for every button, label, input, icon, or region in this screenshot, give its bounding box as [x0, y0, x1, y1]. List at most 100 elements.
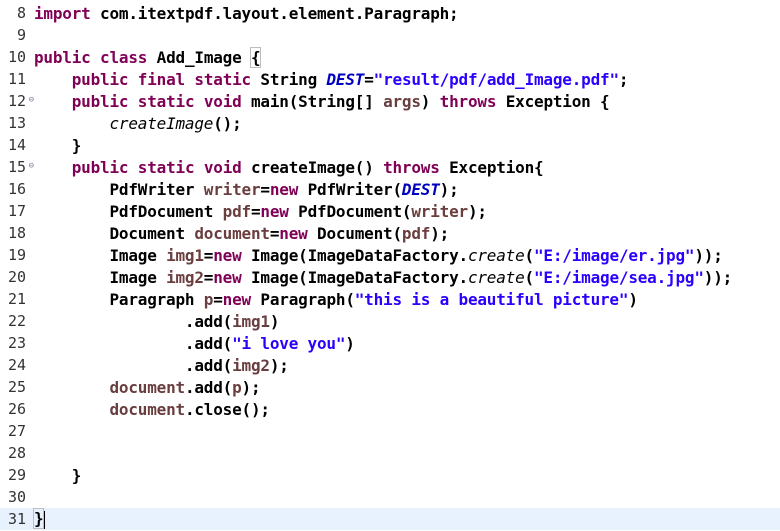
code-token: PdfDocument [34, 201, 223, 221]
code-token: .add( [34, 333, 233, 353]
code-token: create [467, 267, 525, 287]
code-line[interactable]: 22 .add(img1) [0, 310, 780, 332]
code-line[interactable]: 15 ⊖ public static void createImage() thr… [0, 156, 780, 178]
code-token: } [32, 508, 45, 530]
line-number: 26 [0, 400, 26, 418]
line-number-text: 29 [7, 466, 26, 484]
code-text: Paragraph p=new Paragraph("this is a bea… [34, 290, 638, 309]
line-number-text: 18 [7, 224, 26, 242]
code-token: Add_Image [147, 47, 251, 67]
code-text: PdfWriter writer=new PdfWriter(DEST); [34, 179, 458, 199]
code-token: PdfWriter [34, 179, 204, 199]
code-line[interactable]: 18 Document document=new Document(pdf); [0, 222, 780, 244]
code-line[interactable]: 13 createImage(); [0, 112, 780, 134]
line-number-text: 10 [7, 48, 26, 66]
line-number: 16 [0, 180, 26, 198]
code-token: img1 [166, 245, 204, 265]
code-line[interactable]: 20 Image img2=new Image(ImageDataFactory… [0, 266, 780, 288]
code-token: public [71, 157, 129, 177]
line-number: 21 [0, 290, 26, 308]
code-text: Image img1=new Image(ImageDataFactory.cr… [34, 245, 722, 265]
code-line[interactable]: 11 public final static String DEST="resu… [0, 68, 780, 90]
code-token: document [109, 377, 185, 397]
code-token: Document [34, 223, 195, 243]
code-line[interactable]: 24 .add(img2); [0, 354, 780, 376]
code-token: ) [628, 289, 638, 309]
code-line[interactable]: 29 } [0, 464, 780, 486]
code-line[interactable]: 21 Paragraph p=new Paragraph("this is a … [0, 288, 780, 310]
fold-toggle-icon[interactable]: ⊖ [29, 161, 34, 171]
code-text: .add("i love you") [34, 334, 355, 353]
code-line[interactable]: 14 } [0, 134, 780, 156]
code-line[interactable]: 9 [0, 24, 780, 46]
code-token: void [203, 91, 242, 111]
code-token: Exception{ [439, 157, 544, 177]
code-line[interactable]: 12 ⊖ public static void main(String[] arg… [0, 90, 780, 112]
line-number-text: 14 [7, 136, 26, 154]
code-token: .add( [34, 355, 233, 375]
code-line[interactable]: 31} [0, 508, 780, 530]
code-token: writer [411, 201, 468, 221]
code-token: (); [213, 113, 242, 133]
code-line[interactable]: 19 Image img1=new Image(ImageDataFactory… [0, 244, 780, 266]
line-number-text: 17 [7, 202, 26, 220]
code-line[interactable]: 26 document.close(); [0, 398, 780, 420]
code-token: createImage() [241, 157, 384, 177]
code-token: img2 [232, 355, 270, 375]
code-token: = [260, 179, 270, 199]
code-line[interactable]: 27 [0, 420, 780, 442]
line-number: 17 [0, 202, 26, 220]
line-number-text: 31 [7, 510, 26, 528]
code-token: } [34, 465, 82, 485]
code-line[interactable]: 30 [0, 486, 780, 508]
line-number: 19 [0, 246, 26, 264]
code-line[interactable]: 16 PdfWriter writer=new PdfWriter(DEST); [0, 178, 780, 200]
code-editor[interactable]: 8 import com.itextpdf.layout.element.Para… [0, 0, 780, 531]
code-token: ); [241, 377, 261, 397]
code-token: static [194, 69, 251, 89]
line-number: 29 [0, 466, 26, 484]
code-line[interactable]: 10 public class Add_Image { [0, 46, 780, 68]
code-token: = [203, 267, 214, 287]
code-line[interactable]: 8 import com.itextpdf.layout.element.Para… [0, 2, 780, 24]
code-line[interactable]: 28 [0, 442, 780, 464]
code-token: create [467, 245, 525, 265]
code-token: throws [439, 91, 497, 111]
code-token: )); [703, 267, 733, 287]
code-line[interactable]: 17 PdfDocument pdf=new PdfDocument(write… [0, 200, 780, 222]
line-number-text: 8 [16, 4, 26, 22]
code-token: ( [524, 245, 535, 265]
code-token: } [34, 135, 82, 155]
code-token: ( [524, 267, 535, 287]
code-token: public [71, 91, 129, 111]
code-line[interactable]: 25 document.add(p); [0, 376, 780, 398]
code-token: new [269, 179, 299, 199]
line-number: 30 [0, 488, 26, 506]
code-token: Exception { [496, 91, 610, 111]
code-line[interactable]: 23 .add("i love you") [0, 332, 780, 354]
fold-toggle-icon[interactable]: ⊖ [29, 95, 34, 105]
line-number: 24 [0, 356, 26, 374]
code-text: .add(img1) [34, 312, 280, 331]
code-token: Document( [307, 223, 402, 243]
code-token: main(String[] [241, 91, 384, 111]
code-token: Image [34, 245, 167, 265]
line-number: 11 [0, 70, 26, 88]
code-token: Image(ImageDataFactory. [241, 267, 468, 287]
line-number: 27 [0, 422, 26, 440]
code-text: Image img2=new Image(ImageDataFactory.cr… [34, 268, 732, 287]
code-token: PdfDocument( [288, 201, 412, 221]
line-number: 31 [0, 510, 26, 528]
code-token: DEST [401, 179, 440, 199]
code-token: = [213, 289, 223, 309]
code-text: import com.itextpdf.layout.element.Parag… [34, 4, 459, 23]
line-number: 9 [0, 26, 26, 44]
code-text: } [32, 508, 46, 530]
code-token: pdf [401, 223, 431, 243]
code-token: ); [269, 355, 289, 375]
